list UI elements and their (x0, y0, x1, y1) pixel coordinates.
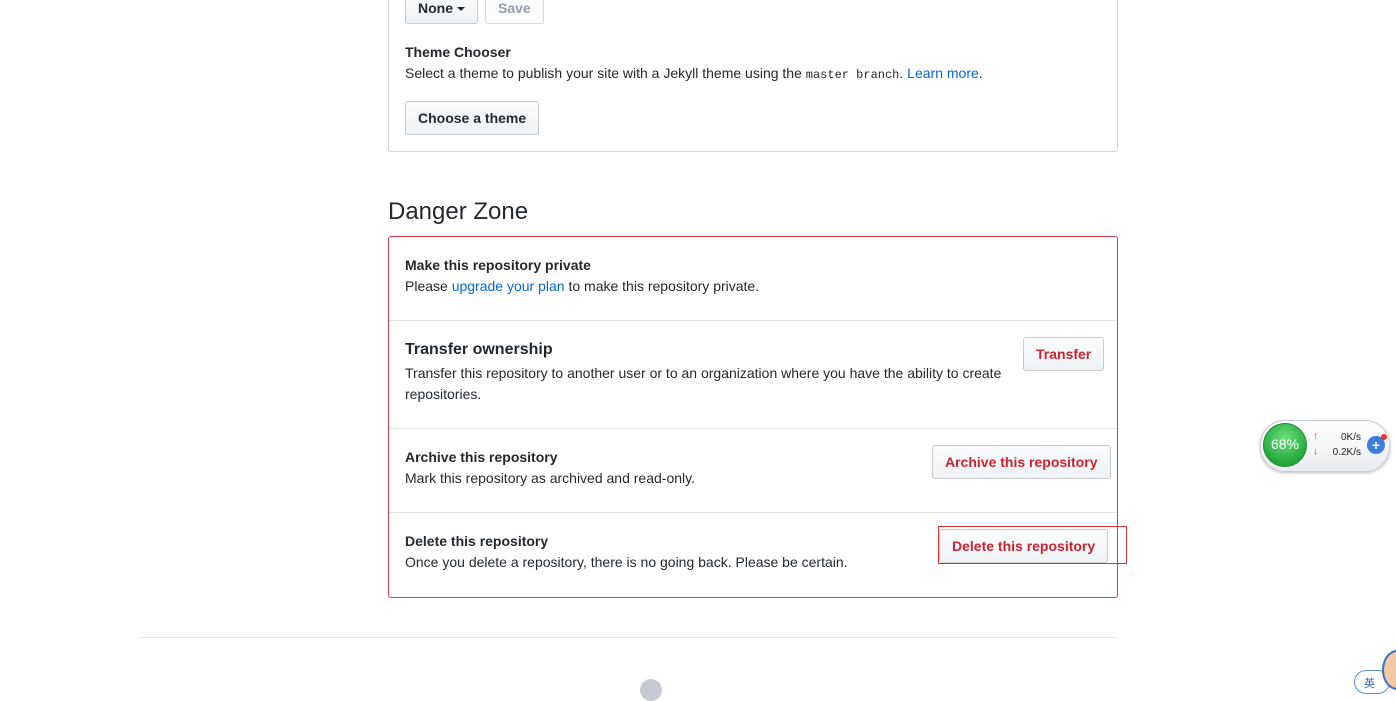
theme-chooser-heading: Theme Chooser (405, 44, 511, 60)
archive-button[interactable]: Archive this repository (932, 445, 1111, 479)
branch-code: master branch (805, 68, 900, 82)
danger-zone-title: Danger Zone (388, 198, 529, 225)
upgrade-plan-link[interactable]: upgrade your plan (452, 278, 565, 294)
private-post: to make this repository private. (568, 278, 760, 294)
transfer-description-line2: repositories. (405, 386, 482, 402)
archive-heading: Archive this repository (405, 449, 558, 465)
cpu-percent-gauge: 68% (1263, 423, 1307, 467)
divider (389, 320, 1116, 321)
theme-chooser-description: Select a theme to publish your site with… (405, 65, 983, 82)
delete-highlight-box (938, 526, 1127, 564)
make-private-heading: Make this repository private (405, 257, 591, 273)
delete-description: Once you delete a repository, there is n… (405, 554, 848, 570)
transfer-button[interactable]: Transfer (1023, 337, 1105, 371)
transfer-description-line1: Transfer this repository to another user… (405, 365, 1002, 381)
theme-end: . (978, 65, 983, 81)
download-arrow-icon: ↓ (1313, 446, 1318, 457)
learn-more-link[interactable]: Learn more (907, 65, 979, 81)
divider (389, 428, 1116, 429)
make-private-description: Please upgrade your plan to make this re… (405, 278, 759, 294)
divider (389, 512, 1116, 513)
download-speed: 0.2K/s (1332, 447, 1361, 458)
upload-speed: 0K/s (1340, 432, 1361, 443)
delete-heading: Delete this repository (405, 533, 549, 549)
notification-dot-icon (1381, 434, 1387, 440)
choose-theme-button[interactable]: Choose a theme (405, 101, 540, 135)
private-pre: Please (405, 278, 448, 294)
theme-desc-text: Select a theme to publish your site with… (405, 65, 802, 81)
footer-logo-icon (640, 679, 662, 701)
cpu-percent-label: 68% (1270, 436, 1300, 452)
transfer-heading: Transfer ownership (405, 341, 553, 358)
upload-arrow-icon: ↑ (1313, 431, 1318, 442)
theme-period: . (899, 65, 904, 81)
network-speed-widget[interactable]: 68% ↑ ↓ 0K/s 0.2K/s + (1260, 420, 1390, 472)
footer-divider (138, 637, 1118, 638)
archive-description: Mark this repository as archived and rea… (405, 470, 695, 486)
ime-label: 英 (1364, 677, 1375, 690)
